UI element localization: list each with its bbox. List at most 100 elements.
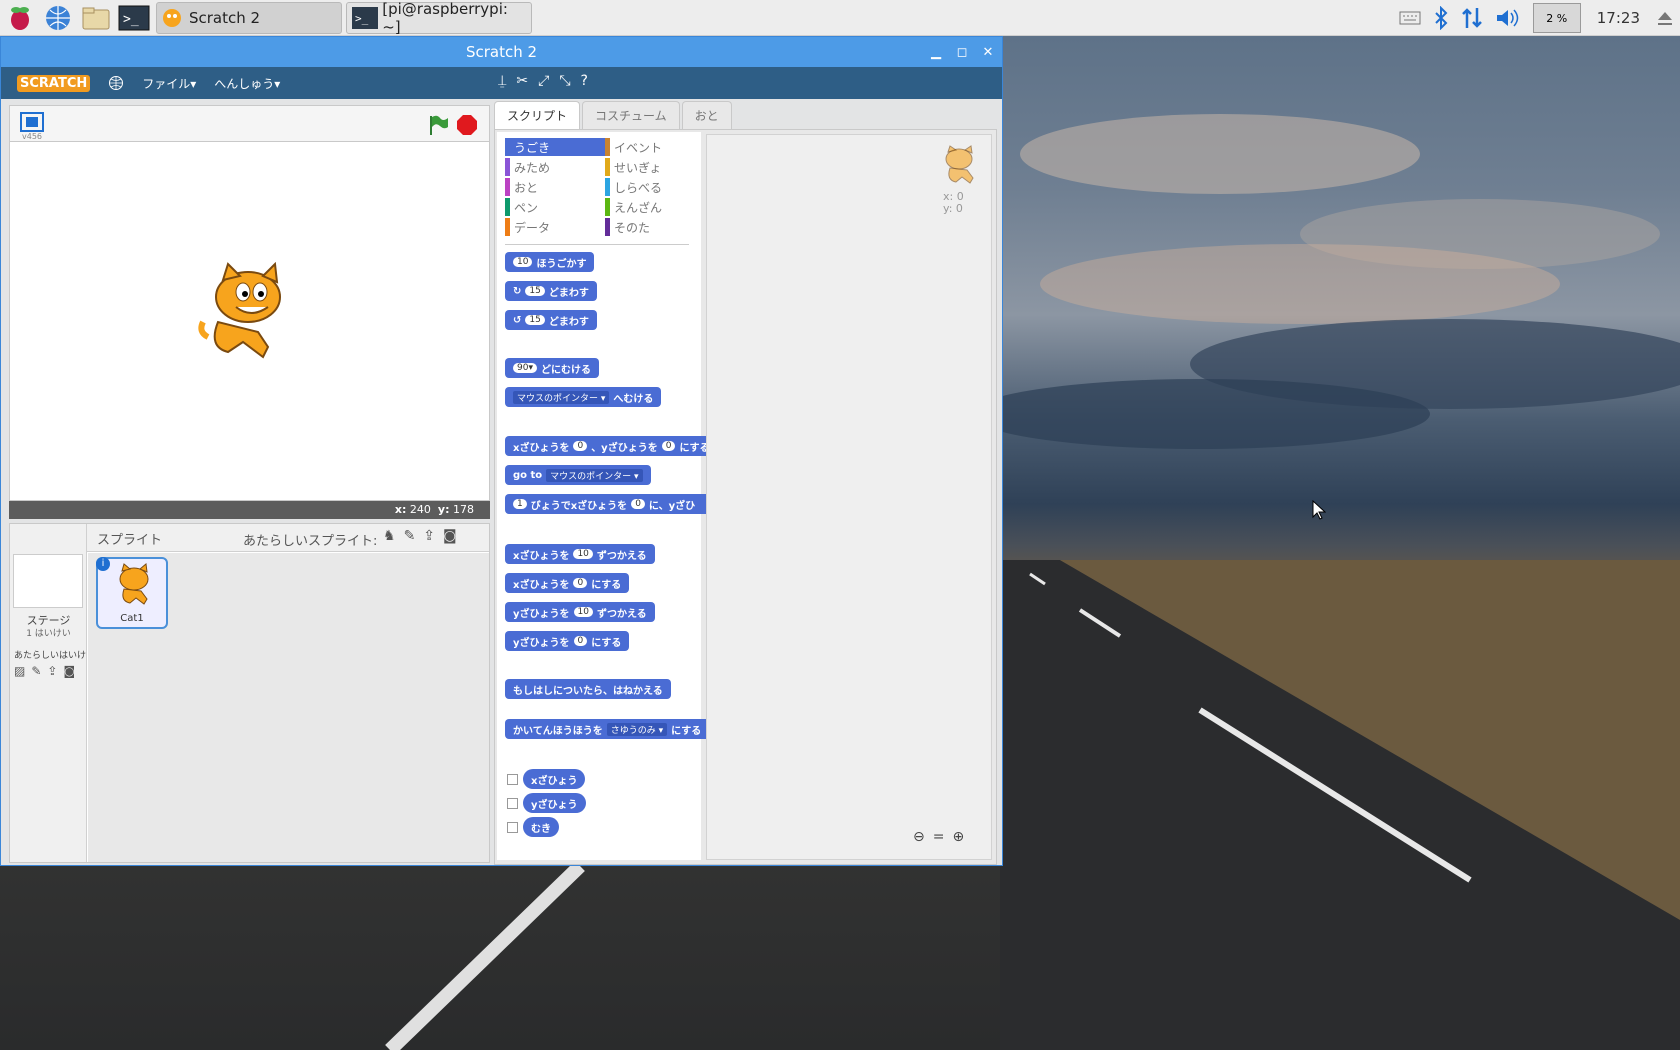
- bluetooth-icon[interactable]: [1433, 6, 1449, 30]
- tab-scripts[interactable]: スクリプト: [494, 101, 581, 129]
- delete-scissors-icon[interactable]: ✂: [516, 73, 528, 89]
- sprite-tile-cat1[interactable]: i Cat1: [96, 557, 168, 629]
- green-flag-icon[interactable]: [428, 114, 450, 140]
- cat-sprite[interactable]: [198, 262, 298, 362]
- minimize-icon[interactable]: ▁: [928, 45, 944, 60]
- close-icon[interactable]: ✕: [980, 45, 996, 60]
- stop-sign-icon[interactable]: [456, 114, 478, 140]
- sprite-list: i Cat1: [88, 553, 489, 862]
- block-input[interactable]: 0: [631, 499, 645, 509]
- block-point-direction[interactable]: 90▾ どにむける: [505, 358, 599, 378]
- clock[interactable]: 17:23: [1597, 9, 1640, 27]
- network-icon[interactable]: [1461, 6, 1483, 30]
- x-position-checkbox[interactable]: [507, 774, 518, 785]
- block-input[interactable]: 10: [573, 549, 593, 559]
- camera-sprite-icon[interactable]: ◙: [443, 528, 457, 544]
- task-scratch[interactable]: Scratch 2: [156, 1, 342, 34]
- block-rotation-style[interactable]: かいてんほうほうを さゆうのみ ▾ にする: [505, 719, 709, 739]
- category-data[interactable]: データ: [505, 218, 605, 236]
- browser-globe-icon[interactable]: [40, 1, 76, 35]
- raspberry-menu-icon[interactable]: [2, 1, 38, 35]
- category-operators[interactable]: えんざん: [605, 198, 695, 216]
- scratch-logo[interactable]: SCRATCH: [17, 74, 91, 92]
- category-more[interactable]: そのた: [605, 218, 695, 236]
- language-globe-icon[interactable]: [108, 75, 124, 91]
- shrink-icon[interactable]: ⤡: [559, 73, 570, 89]
- file-manager-icon[interactable]: [78, 1, 114, 35]
- block-move[interactable]: 10 ほうごかす: [505, 252, 595, 272]
- block-palette: うごき イベント みため せいぎょ おと しらべる ペン えんざん データ その…: [497, 132, 709, 860]
- block-point-towards[interactable]: マウスのポインター ▾ へむける: [505, 387, 662, 407]
- reporter-direction[interactable]: むき: [523, 817, 559, 837]
- block-glide[interactable]: 1 びょうでxざひょうを 0 に、yざひ: [505, 494, 709, 514]
- volume-icon[interactable]: [1495, 7, 1521, 29]
- sprite-library-icon[interactable]: ♞: [383, 528, 396, 544]
- block-input[interactable]: 0: [573, 578, 588, 588]
- block-set-x[interactable]: xざひょうを 0 にする: [505, 573, 630, 593]
- block-dropdown[interactable]: マウスのポインター ▾: [546, 468, 643, 482]
- upload-sprite-icon[interactable]: ⇪: [423, 528, 435, 544]
- info-icon[interactable]: i: [96, 557, 110, 571]
- block-input[interactable]: 0: [573, 441, 588, 451]
- zoom-reset-icon[interactable]: =: [933, 829, 945, 845]
- block-turn-right[interactable]: ↻ 15 どまわす: [505, 281, 597, 301]
- category-sensing[interactable]: しらべる: [605, 178, 695, 196]
- y-position-checkbox[interactable]: [507, 798, 518, 809]
- category-motion[interactable]: うごき: [505, 138, 605, 156]
- category-looks[interactable]: みため: [505, 158, 605, 176]
- task-terminal[interactable]: >_ [pi@raspberrypi: ~]: [346, 0, 532, 36]
- desktop-sky: [970, 34, 1680, 504]
- window-titlebar[interactable]: Scratch 2 ▁ ◻ ✕: [1, 37, 1002, 67]
- help-icon[interactable]: ?: [581, 73, 588, 89]
- edit-menu[interactable]: へんしゅう▾: [214, 75, 280, 92]
- camera-icon[interactable]: ◙: [63, 664, 75, 678]
- paint-sprite-icon[interactable]: ✎: [404, 528, 416, 544]
- block-input[interactable]: 10: [513, 257, 533, 267]
- zoom-in-icon[interactable]: ⊕: [952, 829, 964, 845]
- zoom-out-icon[interactable]: ⊖: [913, 829, 925, 845]
- reporter-y-position[interactable]: yざひょう: [523, 793, 586, 813]
- keyboard-icon[interactable]: [1399, 11, 1421, 25]
- block-input[interactable]: 15: [525, 315, 545, 325]
- system-tray: 2 % 17:23: [1393, 0, 1680, 36]
- block-change-x[interactable]: xざひょうを 10 ずつかえる: [505, 544, 655, 564]
- eject-icon[interactable]: [1656, 9, 1674, 27]
- block-bounce[interactable]: もしはしについたら、はねかえる: [505, 679, 671, 699]
- category-sound[interactable]: おと: [505, 178, 605, 196]
- block-change-y[interactable]: yざひょうを 10 ずつかえる: [505, 602, 655, 622]
- stage-thumbnail[interactable]: [13, 554, 83, 608]
- terminal-launcher-icon[interactable]: >_: [116, 1, 152, 35]
- duplicate-stamp-icon[interactable]: ⍊: [498, 73, 506, 89]
- category-pen[interactable]: ペン: [505, 198, 605, 216]
- block-dropdown[interactable]: さゆうのみ ▾: [606, 722, 668, 736]
- block-input[interactable]: 15: [525, 286, 545, 296]
- backdrop-library-icon[interactable]: ▨: [14, 664, 25, 678]
- script-area[interactable]: x: 0 y: 0 ⊖ = ⊕: [706, 134, 992, 860]
- reporter-x-position[interactable]: xざひょう: [523, 769, 586, 789]
- block-text: へむける: [613, 393, 654, 405]
- block-input[interactable]: 90▾: [513, 363, 537, 373]
- block-set-y[interactable]: yざひょうを 0 にする: [505, 631, 630, 651]
- upload-icon[interactable]: ⇪: [47, 664, 57, 678]
- block-input[interactable]: 10: [573, 607, 593, 617]
- block-text: yざひょう: [531, 799, 578, 811]
- grow-icon[interactable]: ⤢: [538, 73, 549, 89]
- maximize-icon[interactable]: ◻: [954, 45, 970, 60]
- tab-costumes[interactable]: コスチューム: [582, 101, 680, 129]
- block-input[interactable]: 0: [661, 441, 676, 451]
- stage-canvas[interactable]: [9, 141, 490, 501]
- direction-checkbox[interactable]: [507, 822, 518, 833]
- paint-brush-icon[interactable]: ✎: [31, 664, 41, 678]
- cpu-monitor[interactable]: 2 %: [1532, 3, 1581, 33]
- block-input[interactable]: 1: [513, 499, 527, 509]
- file-menu[interactable]: ファイル▾: [142, 75, 196, 92]
- block-input[interactable]: 0: [573, 636, 588, 646]
- category-events[interactable]: イベント: [605, 138, 695, 156]
- category-control[interactable]: せいぎょ: [605, 158, 695, 176]
- block-go-to[interactable]: go to マウスのポインター ▾: [505, 465, 651, 485]
- block-dropdown[interactable]: マウスのポインター ▾: [513, 390, 610, 404]
- y-value: 178: [453, 503, 474, 516]
- block-go-to-xy[interactable]: xざひょうを 0 、yざひょうを 0 にする: [505, 436, 709, 456]
- tab-sounds[interactable]: おと: [681, 101, 732, 129]
- block-turn-left[interactable]: ↺ 15 どまわす: [505, 310, 597, 330]
